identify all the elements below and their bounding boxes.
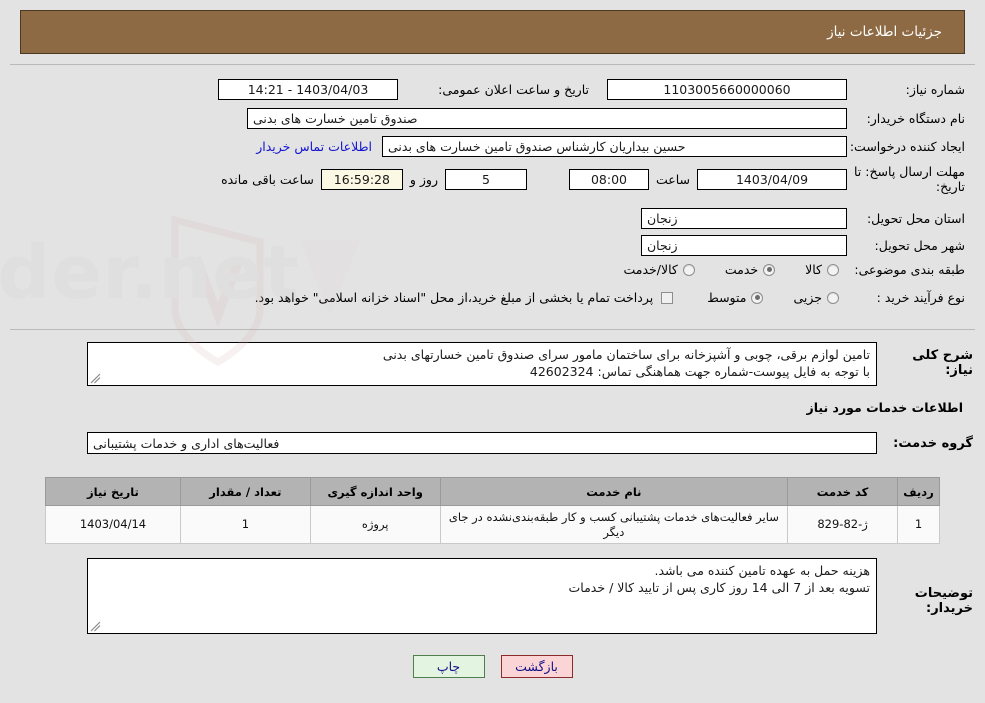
buyer-org-label: نام دستگاه خریدار: [866, 111, 965, 126]
description-row: شرح کلی نیاز: تامین لوازم برقی، چوبی و آ… [87, 342, 973, 386]
print-button[interactable]: چاپ [412, 655, 485, 678]
radio-icon-khedmat[interactable] [763, 263, 776, 276]
need-number-value: 1103005660000060 [607, 79, 847, 100]
description-textarea[interactable]: تامین لوازم برقی، چوبی و آشپزخانه برای س… [87, 342, 877, 386]
announce-datetime-label: تاریخ و ساعت اعلان عمومی: [438, 82, 589, 97]
radio-label-jozi: جزیی [793, 290, 822, 305]
category-label: طبقه بندی موضوعی: [854, 262, 965, 277]
remaining-hours-label: ساعت باقی مانده [221, 171, 314, 187]
process-label: نوع فرآیند خرید : [876, 290, 965, 305]
th-row-no: ردیف [897, 477, 940, 506]
th-service-name: نام خدمت [439, 477, 789, 506]
buyer-notes-label: توضیحات خریدار: [914, 586, 973, 616]
city-value: زنجان [641, 235, 847, 256]
radio-category-kala-khedmat[interactable]: کالا/خدمت [623, 262, 695, 277]
page-root: جزئیات اطلاعات نیاز AriaTender.net شماره… [0, 0, 985, 703]
creator-value: حسین بیداریان کارشناس صندوق تامین خسارت … [382, 136, 847, 157]
radio-process-jozi[interactable]: جزیی [793, 290, 839, 305]
cell-quantity: 1 [179, 505, 311, 544]
cell-service-name: سایر فعالیت‌های خدمات پشتیبانی کسب و کار… [439, 505, 789, 544]
radio-label-kala: کالا [805, 262, 822, 277]
radio-label-khedmat: خدمت [724, 262, 759, 277]
cell-service-code: ژ-82-829 [787, 505, 899, 544]
creator-row: ایجاد کننده درخواست: حسین بیداریان کارشن… [256, 136, 965, 157]
deadline-date-value: 1403/04/09 [697, 168, 847, 190]
process-row: نوع فرآیند خرید : جزیی متوسط پرداخت تمام… [255, 290, 965, 305]
treasury-checkbox[interactable] [661, 291, 674, 304]
services-section-title: اطلاعات خدمات مورد نیاز [806, 400, 964, 415]
city-row: شهر محل تحویل: زنجان [641, 235, 965, 256]
description-line-2: با توجه به فایل پیوست-شماره جهت هماهنگی … [529, 364, 870, 379]
table-header-row: ردیف کد خدمت نام خدمت واحد اندازه گیری ت… [45, 477, 940, 506]
radio-icon-jozi[interactable] [827, 291, 839, 304]
buyer-notes-line-2: تسویه بعد از 7 الی 14 روز کاری پس از تای… [568, 580, 870, 595]
service-group-label: گروه خدمت: [893, 435, 973, 451]
page-header: جزئیات اطلاعات نیاز [20, 10, 965, 54]
description-label: شرح کلی نیاز: [912, 348, 973, 378]
radio-label-kala-khedmat: کالا/خدمت [623, 262, 678, 277]
deadline-hour-value: 08:00 [568, 168, 649, 190]
announce-datetime-value: 1403/04/03 - 14:21 [218, 79, 398, 100]
buyer-org-value: صندوق تامین خسارت های بدنی [247, 108, 847, 129]
radio-icon-motavaset[interactable] [751, 291, 764, 304]
province-label: استان محل تحویل: [866, 211, 965, 226]
th-service-code: کد خدمت [787, 477, 899, 506]
page-title: جزئیات اطلاعات نیاز [827, 24, 942, 40]
radio-category-kala[interactable]: کالا [805, 262, 839, 277]
days-label: روز و [409, 171, 438, 187]
th-unit: واحد اندازه گیری [309, 477, 441, 506]
need-number-row: شماره نیاز: 1103005660000060 [607, 79, 965, 100]
buyer-notes-line-1: هزینه حمل به عهده تامین کننده می باشد. [654, 563, 870, 578]
cell-need-date: 1403/04/14 [45, 505, 181, 544]
province-row: استان محل تحویل: زنجان [641, 208, 965, 229]
cell-unit: پروژه [309, 505, 441, 544]
buyer-contact-link[interactable]: اطلاعات تماس خریدار [256, 139, 372, 154]
treasury-note-label: پرداخت تمام یا بخشی از مبلغ خرید،از محل … [254, 290, 654, 305]
radio-label-motavaset: متوسط [707, 290, 747, 305]
description-line-1: تامین لوازم برقی، چوبی و آشپزخانه برای س… [382, 347, 870, 362]
city-label: شهر محل تحویل: [874, 238, 965, 253]
category-row: طبقه بندی موضوعی: کالا خدمت کالا/خدمت [623, 262, 965, 277]
cell-row-no: 1 [897, 505, 940, 544]
countdown-timer: 16:59:28 [320, 168, 403, 190]
need-info-panel: شماره نیاز: 1103005660000060 تاریخ و ساع… [10, 64, 975, 330]
th-need-date: تاریخ نیاز [45, 477, 181, 506]
radio-category-khedmat[interactable]: خدمت [724, 262, 776, 277]
th-quantity: تعداد / مقدار [179, 477, 311, 506]
hour-label: ساعت [655, 171, 690, 187]
deadline-label: مهلت ارسال پاسخ: تا تاریخ: [854, 164, 965, 194]
buyer-org-row: نام دستگاه خریدار: صندوق تامین خسارت های… [247, 108, 965, 129]
creator-label: ایجاد کننده درخواست: [849, 139, 965, 154]
resize-grip-icon-notes[interactable] [90, 621, 101, 632]
days-remaining-value: 5 [444, 168, 527, 190]
service-group-value: فعالیت‌های اداری و خدمات پشتیبانی [87, 432, 877, 454]
province-value: زنجان [641, 208, 847, 229]
footer-actions: بازگشت چاپ [0, 655, 985, 678]
buyer-notes-row: توضیحات خریدار: هزینه حمل به عهده تامین … [87, 558, 973, 634]
service-group-row: گروه خدمت: فعالیت‌های اداری و خدمات پشتی… [87, 432, 973, 454]
radio-icon-kala-khedmat[interactable] [682, 263, 695, 276]
buyer-notes-textarea[interactable]: هزینه حمل به عهده تامین کننده می باشد. ت… [87, 558, 877, 634]
radio-process-motavaset[interactable]: متوسط [707, 290, 764, 305]
announce-datetime-row: تاریخ و ساعت اعلان عمومی: 1403/04/03 - 1… [218, 79, 589, 100]
services-table: ردیف کد خدمت نام خدمت واحد اندازه گیری ت… [45, 477, 940, 544]
back-button[interactable]: بازگشت [500, 655, 573, 678]
deadline-row: مهلت ارسال پاسخ: تا تاریخ: 1403/04/09 سا… [221, 164, 965, 194]
need-number-label: شماره نیاز: [905, 82, 965, 97]
radio-icon-kala[interactable] [827, 263, 839, 276]
table-row: 1 ژ-82-829 سایر فعالیت‌های خدمات پشتیبان… [45, 505, 940, 544]
